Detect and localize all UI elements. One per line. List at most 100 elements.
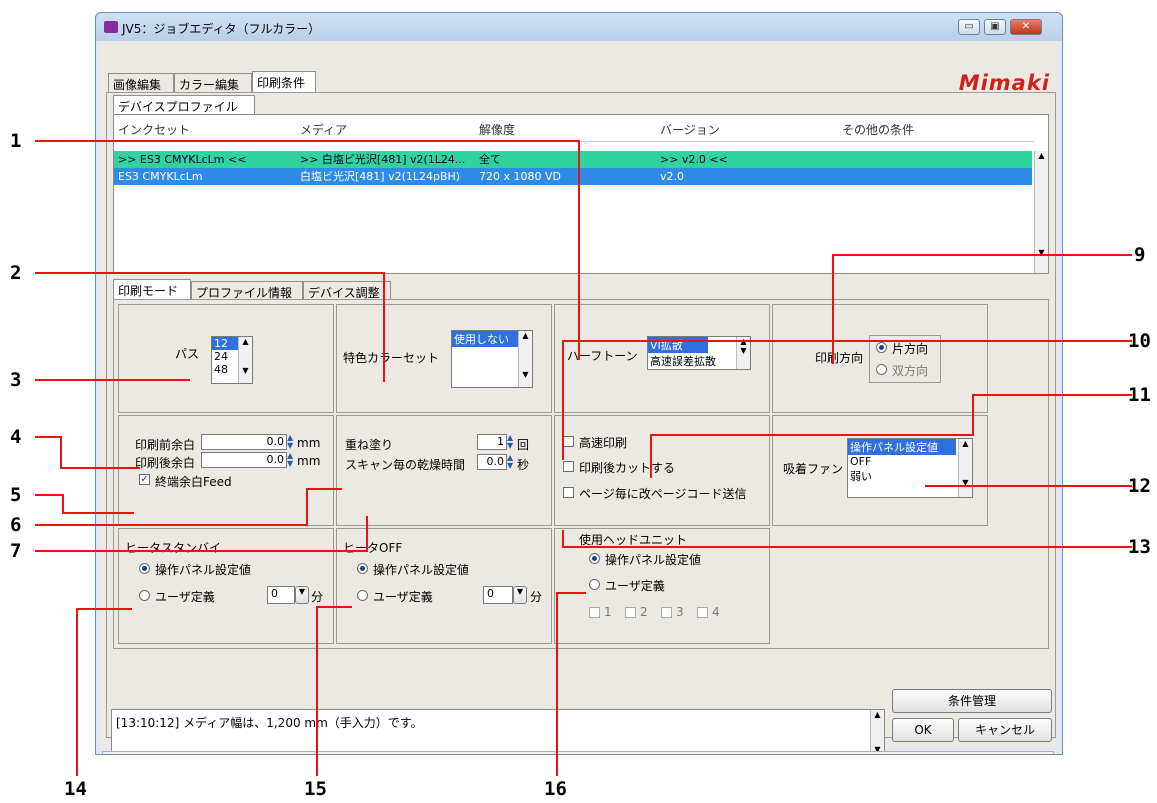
chevron-down-icon[interactable]: ▼ <box>295 586 309 604</box>
chevron-up-icon[interactable]: ▲ <box>1035 151 1048 160</box>
front-margin-input[interactable]: 0.0 <box>201 434 287 450</box>
list-item[interactable]: 12 <box>212 337 240 350</box>
cancel-button[interactable]: キャンセル <box>958 718 1052 742</box>
chevron-down-icon[interactable]: ▼ <box>519 370 532 379</box>
column-header-media[interactable]: メディア <box>300 121 347 138</box>
heater-off-select[interactable]: 0 <box>483 586 513 604</box>
head-unit-panel-radio[interactable] <box>589 553 600 564</box>
heater-standby-panel-radio[interactable] <box>139 563 150 574</box>
one-way-radio[interactable] <box>876 342 887 353</box>
window-title: JV5：ジョブエディタ（フルカラー） <box>122 22 321 36</box>
chevron-up-icon[interactable]: ▲ <box>871 710 884 719</box>
high-speed-checkbox[interactable] <box>563 436 574 447</box>
chevron-up-icon[interactable]: ▲ <box>519 331 532 340</box>
ok-button[interactable]: OK <box>892 718 954 742</box>
direction-radio-box: 片方向 双方向 <box>869 335 941 383</box>
head-1-checkbox[interactable] <box>589 607 600 618</box>
cut-after-checkbox[interactable] <box>563 461 574 472</box>
end-margin-feed-checkbox[interactable]: ✓ <box>139 474 150 485</box>
spot-color-scrollbar[interactable]: ▲ ▼ <box>518 331 532 387</box>
head-4-checkbox[interactable] <box>697 607 708 618</box>
tab-device-profile[interactable]: デバイスプロファイル <box>113 95 255 114</box>
callout-line <box>578 140 580 360</box>
column-header-resolution[interactable]: 解像度 <box>479 121 515 138</box>
callout-line <box>556 592 558 776</box>
back-margin-stepper[interactable]: ▲ ▼ <box>287 452 293 468</box>
chevron-down-icon[interactable]: ▼ <box>737 346 750 355</box>
callout-line <box>832 254 834 364</box>
column-header-other[interactable]: その他の条件 <box>842 121 914 138</box>
list-item[interactable]: 高速誤差拡散 <box>648 353 750 369</box>
table-row[interactable]: ES3 CMYKLcLm 白塩ビ光沢[481] v2(1L24pBH) 720 … <box>114 168 1032 185</box>
tab-image-edit[interactable]: 画像編集 <box>108 73 174 92</box>
print-mode-panel: パス 12 24 48 ▲ ▼ 特色カラーセット 使用しない ▲ ▼ ハーフトー… <box>113 299 1049 649</box>
two-way-radio[interactable] <box>876 364 887 375</box>
head-2-checkbox[interactable] <box>625 607 636 618</box>
list-item[interactable]: 弱い <box>848 468 972 484</box>
fan-scrollbar[interactable]: ▲ ▼ <box>958 439 972 497</box>
callout-line <box>35 140 580 142</box>
tab-device-adjust[interactable]: デバイス調整 <box>303 281 391 300</box>
condition-manage-button[interactable]: 条件管理 <box>892 689 1052 713</box>
page-code-checkbox[interactable] <box>563 487 574 498</box>
cut-after-label: 印刷後カットする <box>579 461 676 475</box>
print-conditions-panel: デバイスプロファイル インクセット メディア 解像度 バージョン その他の条件 … <box>106 92 1056 754</box>
head-4-label: 4 <box>712 605 720 619</box>
print-direction-label: 印刷方向 <box>815 351 864 365</box>
list-item[interactable]: 操作パネル設定値 <box>848 439 956 455</box>
tab-print-conditions[interactable]: 印刷条件 <box>252 71 316 92</box>
chevron-up-icon[interactable]: ▲ <box>239 337 252 346</box>
minimize-button[interactable]: ▭ <box>958 19 980 35</box>
pass-list[interactable]: 12 24 48 ▲ ▼ <box>211 336 253 384</box>
column-header-inkset[interactable]: インクセット <box>118 121 190 138</box>
callout-line <box>562 340 1132 342</box>
dry-time-input[interactable]: 0.0 <box>477 454 507 470</box>
overprint-unit: 回 <box>517 438 530 452</box>
callout-number: 3 <box>10 369 22 391</box>
title-bar[interactable]: JV5：ジョブエディタ（フルカラー） ▭ ▣ ✕ <box>96 13 1062 43</box>
dry-time-stepper[interactable]: ▲ ▼ <box>507 454 513 470</box>
print-direction-group: 印刷方向 片方向 双方向 <box>772 304 988 413</box>
callout-line <box>832 254 1132 256</box>
list-item[interactable]: 使用しない <box>452 331 520 347</box>
chevron-up-icon[interactable]: ▲ <box>959 439 972 448</box>
head-unit-user-radio[interactable] <box>589 579 600 590</box>
heater-off-panel-radio[interactable] <box>357 563 368 574</box>
tab-profile-info[interactable]: プロファイル情報 <box>191 281 303 300</box>
page-code-label: ページ毎に改ページコード送信 <box>579 487 747 501</box>
overprint-stepper[interactable]: ▲ ▼ <box>507 434 513 450</box>
overprint-input[interactable]: 1 <box>477 434 507 450</box>
maximize-button[interactable]: ▣ <box>984 19 1006 35</box>
fan-list[interactable]: 操作パネル設定値 OFF 弱い ▲ ▼ <box>847 438 973 498</box>
column-header-version[interactable]: バージョン <box>660 121 720 138</box>
head-3-checkbox[interactable] <box>661 607 672 618</box>
chevron-down-icon[interactable]: ▼ <box>513 586 527 604</box>
heater-standby-select[interactable]: 0 <box>267 586 295 604</box>
cell-version: v2.0 <box>660 170 685 183</box>
table-row[interactable]: >> ES3 CMYKLcLm << >> 白塩ビ光沢[481] v2(1L24… <box>114 151 1032 168</box>
heater-standby-user-radio[interactable] <box>139 590 150 601</box>
heater-off-user-radio[interactable] <box>357 590 368 601</box>
callout-line <box>35 272 385 274</box>
heater-standby-group: ヒータスタンバイ 操作パネル設定値 ユーザ定義 0 ▼ 分 <box>118 528 334 644</box>
callout-number: 6 <box>10 514 22 536</box>
tab-print-mode[interactable]: 印刷モード <box>113 279 191 299</box>
pass-scrollbar[interactable]: ▲ ▼ <box>238 337 252 383</box>
callout-line <box>562 340 564 460</box>
tab-color-edit[interactable]: カラー編集 <box>174 73 252 92</box>
chevron-down-icon[interactable]: ▼ <box>239 366 252 375</box>
head-unit-panel-label: 操作パネル設定値 <box>605 553 702 567</box>
front-margin-stepper[interactable]: ▲ ▼ <box>287 434 293 450</box>
callout-number: 10 <box>1128 330 1151 352</box>
close-button[interactable]: ✕ <box>1010 19 1042 35</box>
back-margin-input[interactable]: 0.0 <box>201 452 287 468</box>
heater-standby-user-label: ユーザ定義 <box>155 590 215 604</box>
callout-line <box>35 436 61 438</box>
status-message: [13:10:12] メディア幅は、1,200 mm（手入力）です。 <box>116 716 423 730</box>
fan-label: 吸着ファン <box>783 462 844 476</box>
callout-line <box>366 516 368 552</box>
list-item[interactable]: OFF <box>848 455 972 468</box>
spot-color-list[interactable]: 使用しない ▲ ▼ <box>451 330 533 388</box>
heater-off-group: ヒータOFF 操作パネル設定値 ユーザ定義 0 ▼ 分 <box>336 528 552 644</box>
status-scrollbar[interactable]: ▲ ▼ <box>870 710 884 754</box>
